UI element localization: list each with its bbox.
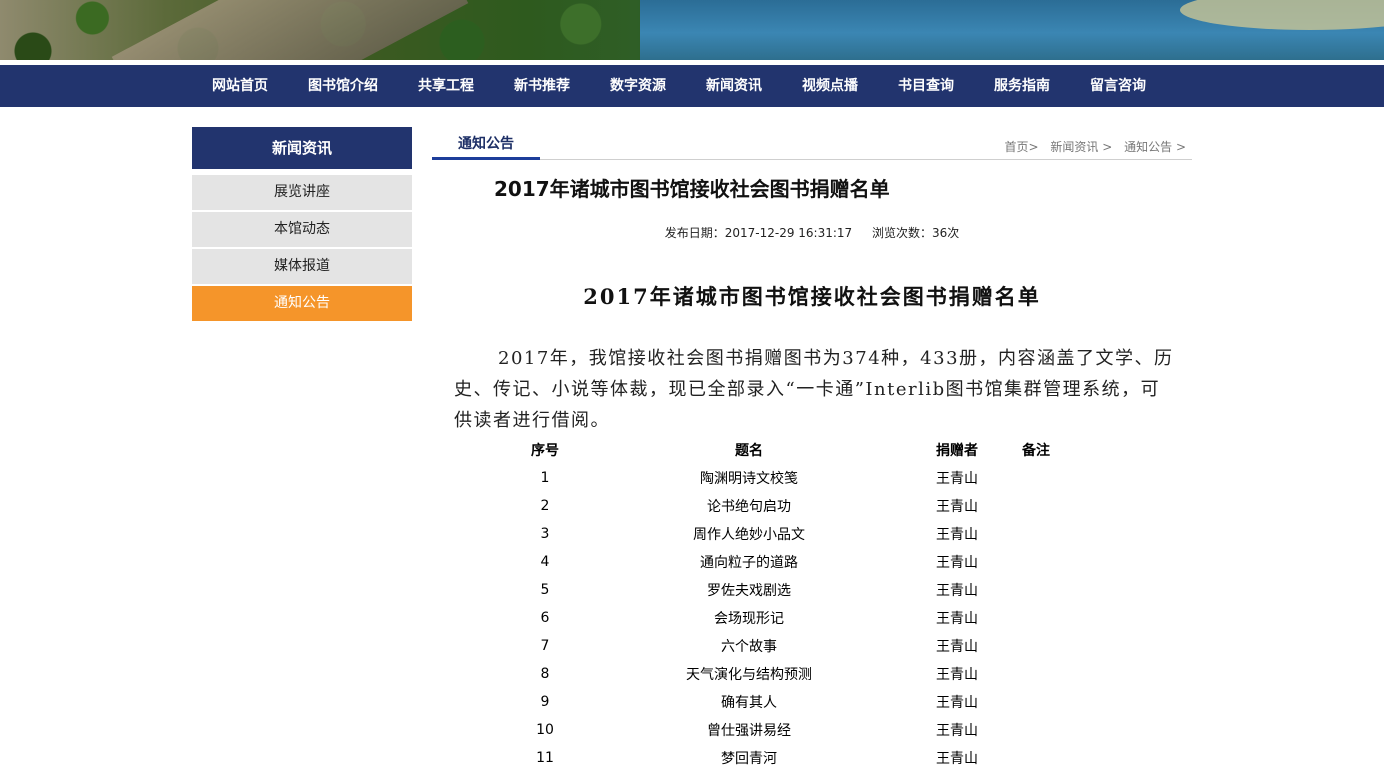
cell-index: 11 (536, 750, 554, 766)
table-row: 3 周作人绝妙小品文 王青山 (506, 520, 1072, 548)
section-tab: 通知公告 (432, 131, 540, 160)
header-note: 备注 (1022, 443, 1050, 459)
sidebar: 新闻资讯 展览讲座 本馆动态 媒体报道 通知公告 (192, 127, 412, 323)
cell-index: 7 (540, 638, 550, 654)
sidebar-item-library-news[interactable]: 本馆动态 (192, 212, 412, 247)
nav-digital-resources[interactable]: 数字资源 (590, 65, 686, 107)
cell-note (1000, 576, 1072, 604)
cell-index: 4 (540, 554, 550, 570)
table-row: 1 陶渊明诗文校笺 王青山 (506, 464, 1072, 492)
table-row: 8 天气演化与结构预测 王青山 (506, 660, 1072, 688)
cell-note (1000, 492, 1072, 520)
cell-index: 8 (540, 666, 550, 682)
cell-title: 罗佐夫戏剧选 (707, 583, 791, 599)
cell-donor: 王青山 (936, 527, 978, 543)
cell-title: 周作人绝妙小品文 (693, 527, 805, 543)
cell-note (1000, 632, 1072, 660)
cell-donor: 王青山 (936, 723, 978, 739)
cell-title: 会场现形记 (714, 611, 784, 627)
cell-title: 梦回青河 (721, 751, 777, 767)
table-row: 2 论书绝句启功 王青山 (506, 492, 1072, 520)
document-title: 2017年诸城市图书馆接收社会图书捐赠名单 (583, 284, 1041, 309)
cell-title: 六个故事 (721, 639, 777, 655)
cell-note (1000, 604, 1072, 632)
cell-title: 陶渊明诗文校笺 (700, 471, 798, 487)
sidebar-item-media[interactable]: 媒体报道 (192, 249, 412, 284)
nav-service-guide[interactable]: 服务指南 (974, 65, 1070, 107)
cell-donor: 王青山 (936, 499, 978, 515)
cell-donor: 王青山 (936, 751, 978, 767)
table-row: 10 曾仕强讲易经 王青山 (506, 716, 1072, 744)
section-header: 通知公告 首页> 新闻资讯 > 通知公告 > (432, 127, 1192, 160)
cell-note (1000, 688, 1072, 716)
cell-index: 10 (536, 722, 554, 738)
nav-news[interactable]: 新闻资讯 (686, 65, 782, 107)
nav-home[interactable]: 网站首页 (192, 65, 288, 107)
table-row: 5 罗佐夫戏剧选 王青山 (506, 576, 1072, 604)
breadcrumb-notices[interactable]: 通知公告 > (1124, 140, 1186, 154)
cell-donor: 王青山 (936, 611, 978, 627)
breadcrumb: 首页> 新闻资讯 > 通知公告 > (997, 138, 1186, 155)
cell-index: 5 (540, 582, 550, 598)
article-title: 2017年诸城市图书馆接收社会图书捐赠名单 (494, 177, 890, 201)
cell-donor: 王青山 (936, 583, 978, 599)
cell-donor: 王青山 (936, 471, 978, 487)
cell-index: 6 (540, 610, 550, 626)
sidebar-title: 新闻资讯 (192, 127, 412, 169)
nav-sharing-project[interactable]: 共享工程 (398, 65, 494, 107)
cell-index: 9 (540, 694, 550, 710)
table-row: 4 通向粒子的道路 王青山 (506, 548, 1072, 576)
header-index: 序号 (531, 443, 559, 459)
header-donor: 捐赠者 (936, 443, 978, 459)
publish-date: 发布日期：2017-12-29 16:31:17 (664, 226, 853, 240)
cell-title: 曾仕强讲易经 (707, 723, 791, 739)
cell-note (1000, 548, 1072, 576)
cell-note (1000, 660, 1072, 688)
cell-note (1000, 520, 1072, 548)
breadcrumb-home[interactable]: 首页> (1005, 140, 1039, 154)
sidebar-item-notices[interactable]: 通知公告 (192, 286, 412, 321)
cell-index: 3 (540, 526, 550, 542)
cell-donor: 王青山 (936, 695, 978, 711)
header-banner-image (0, 0, 1384, 60)
header-title: 题名 (735, 443, 763, 459)
cell-title: 论书绝句启功 (707, 499, 791, 515)
nav-new-books[interactable]: 新书推荐 (494, 65, 590, 107)
nav-library-intro[interactable]: 图书馆介绍 (288, 65, 398, 107)
table-row: 11 梦回青河 王青山 (506, 744, 1072, 772)
cell-note (1000, 464, 1072, 492)
cell-donor: 王青山 (936, 555, 978, 571)
breadcrumb-news[interactable]: 新闻资讯 > (1050, 140, 1112, 154)
main-content: 通知公告 首页> 新闻资讯 > 通知公告 > 2017年诸城市图书馆接收社会图书… (432, 127, 1192, 767)
cell-title: 通向粒子的道路 (700, 555, 798, 571)
sidebar-item-exhibitions[interactable]: 展览讲座 (192, 175, 412, 210)
cell-note (1000, 716, 1072, 744)
table-row: 9 确有其人 王青山 (506, 688, 1072, 716)
donation-table: 序号 题名 捐赠者 备注 1 陶渊明诗文校笺 王青山 2 论书绝句启功 王青山 3 周作人… (506, 436, 1072, 772)
cell-donor: 王青山 (936, 667, 978, 683)
table-row: 6 会场现形记 王青山 (506, 604, 1072, 632)
cell-note (1000, 744, 1072, 772)
main-nav: 网站首页 图书馆介绍 共享工程 新书推荐 数字资源 新闻资讯 视频点播 书目查询… (0, 65, 1384, 107)
table-header-row: 序号 题名 捐赠者 备注 (506, 436, 1072, 464)
article-meta: 发布日期：2017-12-29 16:31:17 浏览次数：36次 (432, 224, 1192, 241)
cell-title: 天气演化与结构预测 (686, 667, 812, 683)
table-row: 7 六个故事 王青山 (506, 632, 1072, 660)
nav-video[interactable]: 视频点播 (782, 65, 878, 107)
nav-catalog-search[interactable]: 书目查询 (878, 65, 974, 107)
cell-donor: 王青山 (936, 639, 978, 655)
cell-title: 确有其人 (721, 695, 777, 711)
view-count: 浏览次数：36次 (872, 226, 960, 240)
cell-index: 1 (540, 470, 550, 486)
nav-message[interactable]: 留言咨询 (1070, 65, 1166, 107)
document-paragraph: 2017年，我馆接收社会图书捐赠图书为374种，433册，内容涵盖了文学、历史、… (454, 348, 1174, 431)
cell-index: 2 (540, 498, 550, 514)
